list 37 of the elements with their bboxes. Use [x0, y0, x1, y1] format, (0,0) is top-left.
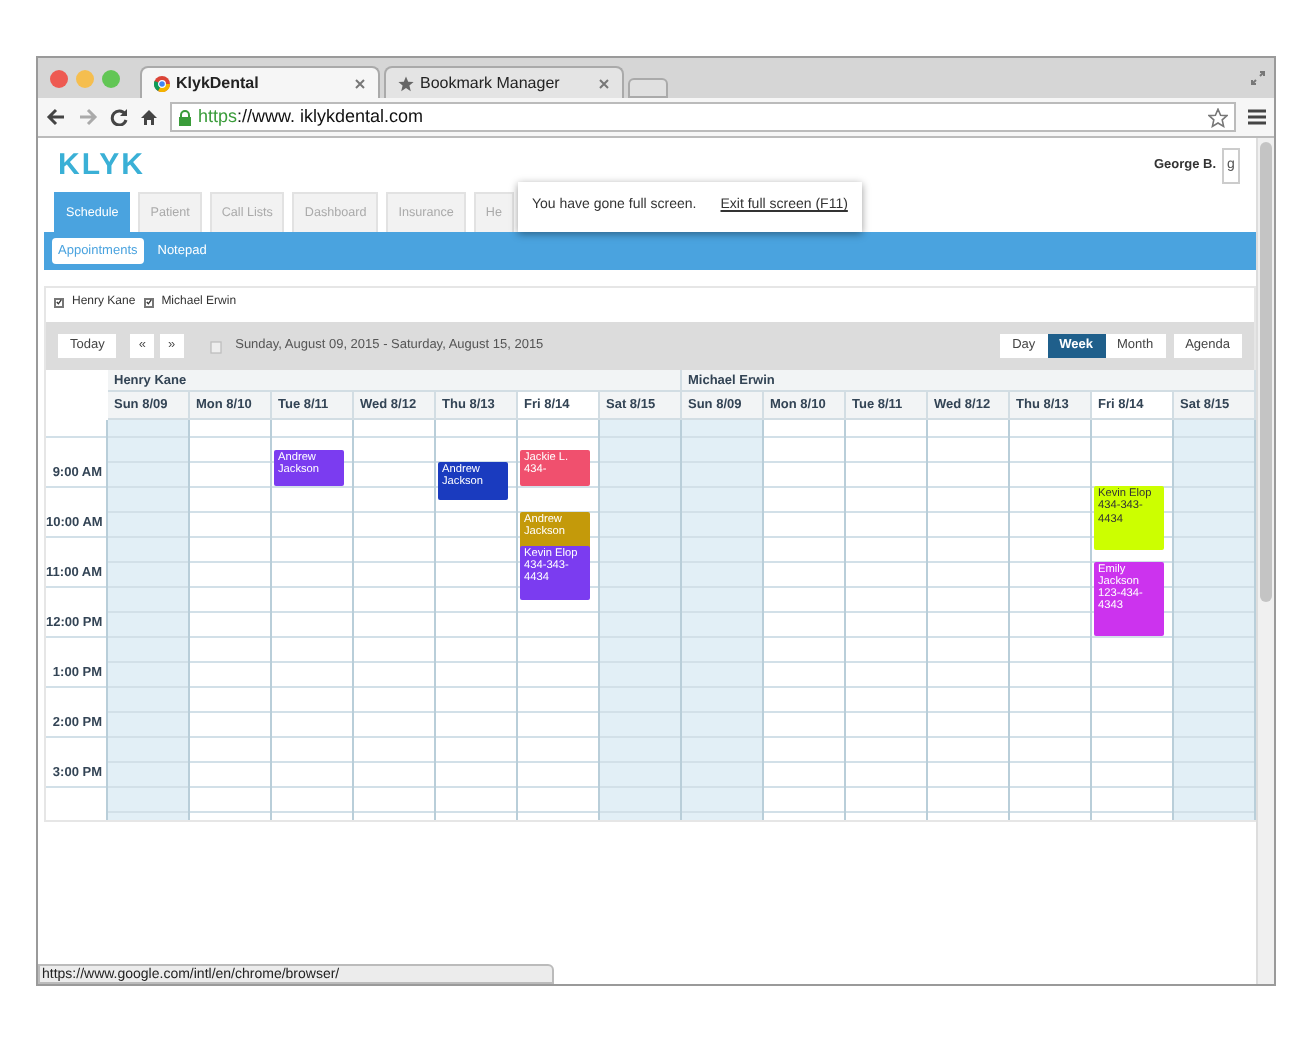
back-icon[interactable]	[46, 108, 66, 126]
day-column[interactable]	[108, 420, 190, 820]
fullscreen-icon[interactable]	[1250, 70, 1266, 86]
day-column[interactable]	[354, 420, 436, 820]
star-icon	[398, 75, 414, 91]
day-column[interactable]	[928, 420, 1010, 820]
day-column[interactable]	[1010, 420, 1092, 820]
close-icon[interactable]	[598, 77, 610, 89]
browser-tab[interactable]: Bookmark Manager	[384, 66, 624, 98]
lock-icon	[178, 109, 192, 125]
url-text: https://www. iklykdental.com	[198, 103, 424, 130]
home-icon[interactable]	[140, 108, 158, 126]
forward-icon[interactable]	[78, 108, 98, 126]
new-tab-button[interactable]	[628, 78, 668, 98]
minimize-button[interactable]	[76, 69, 94, 87]
day-column[interactable]	[190, 420, 272, 820]
address-bar[interactable]: https://www. iklykdental.com	[170, 102, 1236, 132]
reload-icon[interactable]	[110, 108, 128, 126]
tab-title: Bookmark Manager	[420, 71, 562, 95]
tab-title: KlykDental	[176, 71, 261, 95]
menu-icon[interactable]	[1248, 108, 1266, 126]
day-column[interactable]	[764, 420, 846, 820]
close-button[interactable]	[50, 69, 68, 87]
day-column[interactable]	[846, 420, 928, 820]
app-logo: KLYK	[58, 150, 145, 180]
day-column[interactable]	[1174, 420, 1256, 820]
chrome-icon	[154, 75, 170, 91]
calendar-icon[interactable]	[209, 339, 222, 353]
checkbox[interactable]	[54, 297, 64, 307]
day-column[interactable]	[600, 420, 682, 820]
star-icon[interactable]	[1208, 107, 1228, 127]
zoom-button[interactable]	[102, 69, 120, 87]
checkbox[interactable]	[143, 297, 154, 307]
scrollbar[interactable]	[1256, 138, 1274, 984]
day-column[interactable]	[682, 420, 764, 820]
browser-tab[interactable]: KlykDental	[140, 66, 380, 98]
close-icon[interactable]	[354, 77, 366, 89]
